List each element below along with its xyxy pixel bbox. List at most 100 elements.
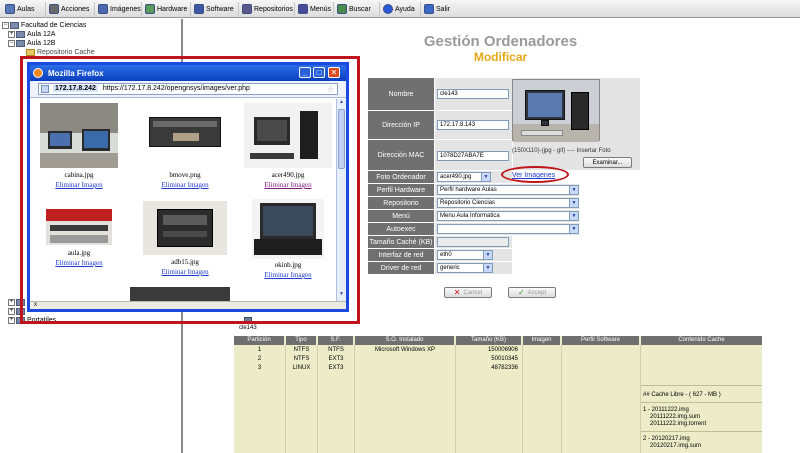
table-cell: NTFS (293, 347, 310, 353)
scroll-up-icon[interactable]: ▲ (338, 99, 345, 107)
table-cell: 3 (257, 365, 262, 371)
accept-button[interactable]: ✓ Accept (508, 287, 556, 298)
col-header-so: S.O. Instalado (355, 336, 455, 345)
scroll-thumb[interactable] (338, 109, 345, 169)
repositorio-select[interactable]: Repositorio Ciencias ▼ (437, 198, 579, 208)
col-header-sf: S.F. (318, 336, 354, 345)
thumbnail-cabina[interactable] (40, 103, 118, 168)
expand-icon[interactable]: + (8, 317, 15, 324)
delete-image-link[interactable]: Eliminar Imagen (242, 181, 334, 189)
image-card-okinb: okinb.jpg Eliminar Imagen (242, 199, 334, 281)
cell-menu: Menu Aula Informatica ▼ (435, 210, 579, 222)
browse-button[interactable]: Examinar... (583, 157, 632, 168)
menu-item-repositorios[interactable]: Repositorios (238, 2, 293, 16)
delete-image-link[interactable]: Eliminar Imagen (36, 181, 122, 189)
cache-entry-file: 20111222.img.torrent (650, 421, 707, 427)
table-cell: 48782336 (491, 365, 518, 371)
col-header-particion: Partición (234, 336, 285, 345)
help-icon (383, 4, 393, 14)
menu-item-buscar[interactable]: Buscar (333, 2, 371, 16)
thumbnail-partial[interactable] (130, 287, 230, 301)
photo-hint: (150X110)-(jpg - gif) ---- Insertar Foto (512, 148, 611, 154)
thumbnail-aula[interactable] (46, 209, 112, 245)
menu-item-salir[interactable]: Salir (420, 2, 450, 16)
expand-icon[interactable]: + (8, 299, 15, 306)
delete-image-link[interactable]: Eliminar Imagen (36, 259, 122, 267)
chevron-down-icon: ▼ (569, 199, 578, 207)
page-icon (41, 85, 49, 93)
menu-item-ayuda[interactable]: Ayuda (379, 2, 415, 16)
delete-image-link[interactable]: Eliminar Imagen (242, 271, 334, 279)
mac-input[interactable]: 1078D27ABA7E (437, 151, 509, 161)
interfaz-select[interactable]: eth0 ▼ (437, 250, 493, 260)
table-cell: EXT3 (328, 356, 344, 362)
table-cell: EXT3 (328, 365, 344, 371)
menu-item-aulas[interactable]: Aulas (2, 2, 35, 16)
expand-icon[interactable]: + (8, 31, 15, 38)
url-text: https://172.17.8.242/opengnsys/images/ve… (102, 85, 250, 92)
building-icon (10, 22, 19, 29)
label-mac: Dirección MAC (368, 140, 434, 170)
table-cell: LINUX (292, 365, 311, 371)
driver-select[interactable]: generic ▼ (437, 263, 493, 273)
cell-repositorio: Repositorio Ciencias ▼ (435, 197, 579, 209)
menu-item-acciones[interactable]: Acciones (45, 2, 89, 16)
close-icon[interactable]: ✕ (328, 67, 340, 78)
menu-item-software[interactable]: Software (190, 2, 234, 16)
image-card-cabina: cabina.jpg Eliminar Imagen (36, 103, 122, 193)
ip-input[interactable]: 172.17.8.143 (437, 120, 509, 130)
cell-driver: generic ▼ (435, 262, 512, 274)
menu-select[interactable]: Menu Aula Informatica ▼ (437, 211, 579, 221)
search-icon (337, 4, 347, 14)
delete-image-link[interactable]: Eliminar Imagen (139, 268, 231, 276)
chevron-down-icon: ▼ (481, 173, 490, 181)
image-card-adb15: adb15.jpg Eliminar Imagen (139, 199, 231, 281)
image-card-aula: aula.jpg Eliminar Imagen (36, 199, 122, 274)
cell-interfaz: eth0 ▼ (435, 249, 512, 261)
thumbnail-acer490[interactable] (244, 103, 332, 168)
expand-icon[interactable]: + (8, 308, 15, 315)
menu-item-menus[interactable]: Menús (294, 2, 331, 16)
cache-input[interactable] (437, 237, 509, 247)
table-cell: NTFS (328, 347, 344, 353)
tree-item-aula-12b[interactable]: − Aula 12B (8, 40, 55, 47)
menu-item-imagenes[interactable]: Imágenes (94, 2, 141, 16)
page-subtitle: Modificar (473, 50, 528, 64)
label-menu: Menú (368, 210, 434, 222)
firefox-logo-icon (33, 68, 43, 78)
col-header-tipo: Tipo (286, 336, 317, 345)
bookmark-star-icon[interactable]: ☆ (327, 85, 334, 94)
scroll-down-icon[interactable]: ▼ (338, 291, 345, 299)
computer-label: cle143 (239, 325, 257, 331)
cell-nombre: cle143 (435, 78, 512, 110)
url-field[interactable]: 172.17.8.242 https://172.17.8.242/opengn… (38, 83, 338, 95)
tree-item-repositorio-cache[interactable]: Repositorio Cache (26, 49, 95, 56)
thumbnail-okinb[interactable] (252, 199, 324, 259)
cancel-button[interactable]: ✕ Cancel (444, 287, 492, 298)
collapse-icon[interactable]: − (2, 22, 9, 29)
nombre-input[interactable]: cle143 (437, 89, 509, 99)
autoexec-select[interactable]: ▼ (437, 224, 579, 234)
status-close-icon[interactable]: x (34, 302, 37, 308)
popup-scrollbar[interactable]: ▲ ▼ (336, 99, 346, 301)
label-interfaz: Interfaz de red (368, 249, 434, 261)
partition-table: Partición Tipo S.F. S.O. Instalado Tamañ… (234, 336, 762, 453)
perfil-select[interactable]: Perfil hardware Aulas ▼ (437, 185, 579, 195)
cell-perfil: Perfil hardware Aulas ▼ (435, 184, 579, 196)
thumbnail-adb15[interactable] (143, 201, 227, 255)
foto-select[interactable]: acer490.jpg ▼ (437, 172, 491, 182)
delete-image-link[interactable]: Eliminar Imagen (139, 181, 231, 189)
images-icon (98, 4, 108, 14)
folder-icon (26, 49, 35, 56)
tree-root[interactable]: − Facultad de Ciencias (2, 22, 86, 29)
popup-titlebar: Mozilla Firefox _ □ ✕ (30, 65, 346, 81)
maximize-icon[interactable]: □ (313, 67, 325, 78)
classroom-icon (16, 31, 25, 38)
thumbnail-bmove[interactable] (143, 103, 227, 168)
menu-item-hardware[interactable]: Hardware (141, 2, 187, 16)
minimize-icon[interactable]: _ (299, 67, 311, 78)
table-cell: NTFS (293, 356, 310, 362)
tree-item-aula-12a[interactable]: + Aula 12A (8, 31, 55, 38)
cancel-icon: ✕ (453, 288, 461, 297)
collapse-icon[interactable]: − (8, 40, 15, 47)
